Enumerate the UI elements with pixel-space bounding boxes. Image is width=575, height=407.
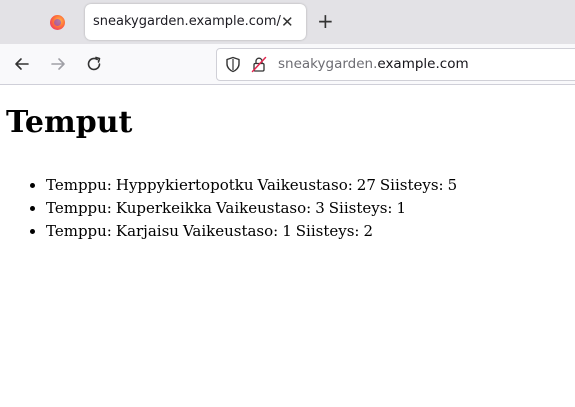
address-bar[interactable]: sneakygarden.example.com [216,48,575,81]
page-title: Temput [6,105,133,140]
url-text[interactable]: sneakygarden.example.com [278,56,469,72]
difficulty-value: 1 [282,222,292,240]
shield-icon[interactable] [225,56,241,73]
reload-icon[interactable] [84,54,104,74]
browser-tab[interactable]: sneakygarden.example.com/ ✕ [85,4,306,40]
insecure-lock-icon[interactable] [251,56,267,73]
trick-name: Hyppykiertopotku [115,176,254,194]
trick-label: Temppu: [46,176,112,194]
difficulty-label: Vaikeustaso: [182,222,279,240]
trick-name: Karjaisu [115,222,179,240]
neatness-label: Siisteys: [328,199,393,217]
difficulty-label: Vaikeustaso: [215,199,312,217]
trick-label: Temppu: [46,199,112,217]
tab-title: sneakygarden.example.com/ [93,14,281,29]
neatness-label: Siisteys: [379,176,444,194]
close-icon[interactable]: ✕ [281,12,294,32]
difficulty-label: Vaikeustaso: [257,176,353,194]
trick-label: Temppu: [46,222,112,240]
tab-bar: sneakygarden.example.com/ ✕ + [0,0,575,44]
url-subdomain: sneakygarden. [278,56,378,72]
list-item: Temppu:HyppykiertopotkuVaikeustaso:27Sii… [46,174,461,197]
list-item: Temppu:KuperkeikkaVaikeustaso:3Siisteys:… [46,197,461,220]
difficulty-value: 3 [315,199,325,217]
trick-name: Kuperkeikka [115,199,212,217]
url-domain: example.com [377,56,469,72]
neatness-value: 1 [396,199,407,217]
navigation-bar: sneakygarden.example.com [0,44,575,85]
difficulty-value: 27 [356,176,376,194]
trick-list: Temppu:HyppykiertopotkuVaikeustaso:27Sii… [0,174,461,243]
forward-arrow-icon[interactable] [48,54,68,74]
neatness-value: 2 [363,222,374,240]
neatness-label: Siisteys: [295,222,360,240]
neatness-value: 5 [447,176,458,194]
firefox-icon[interactable] [50,15,65,30]
list-item: Temppu:KarjaisuVaikeustaso:1Siisteys:2 [46,220,461,243]
back-arrow-icon[interactable] [12,54,32,74]
plus-icon[interactable]: + [317,10,334,32]
